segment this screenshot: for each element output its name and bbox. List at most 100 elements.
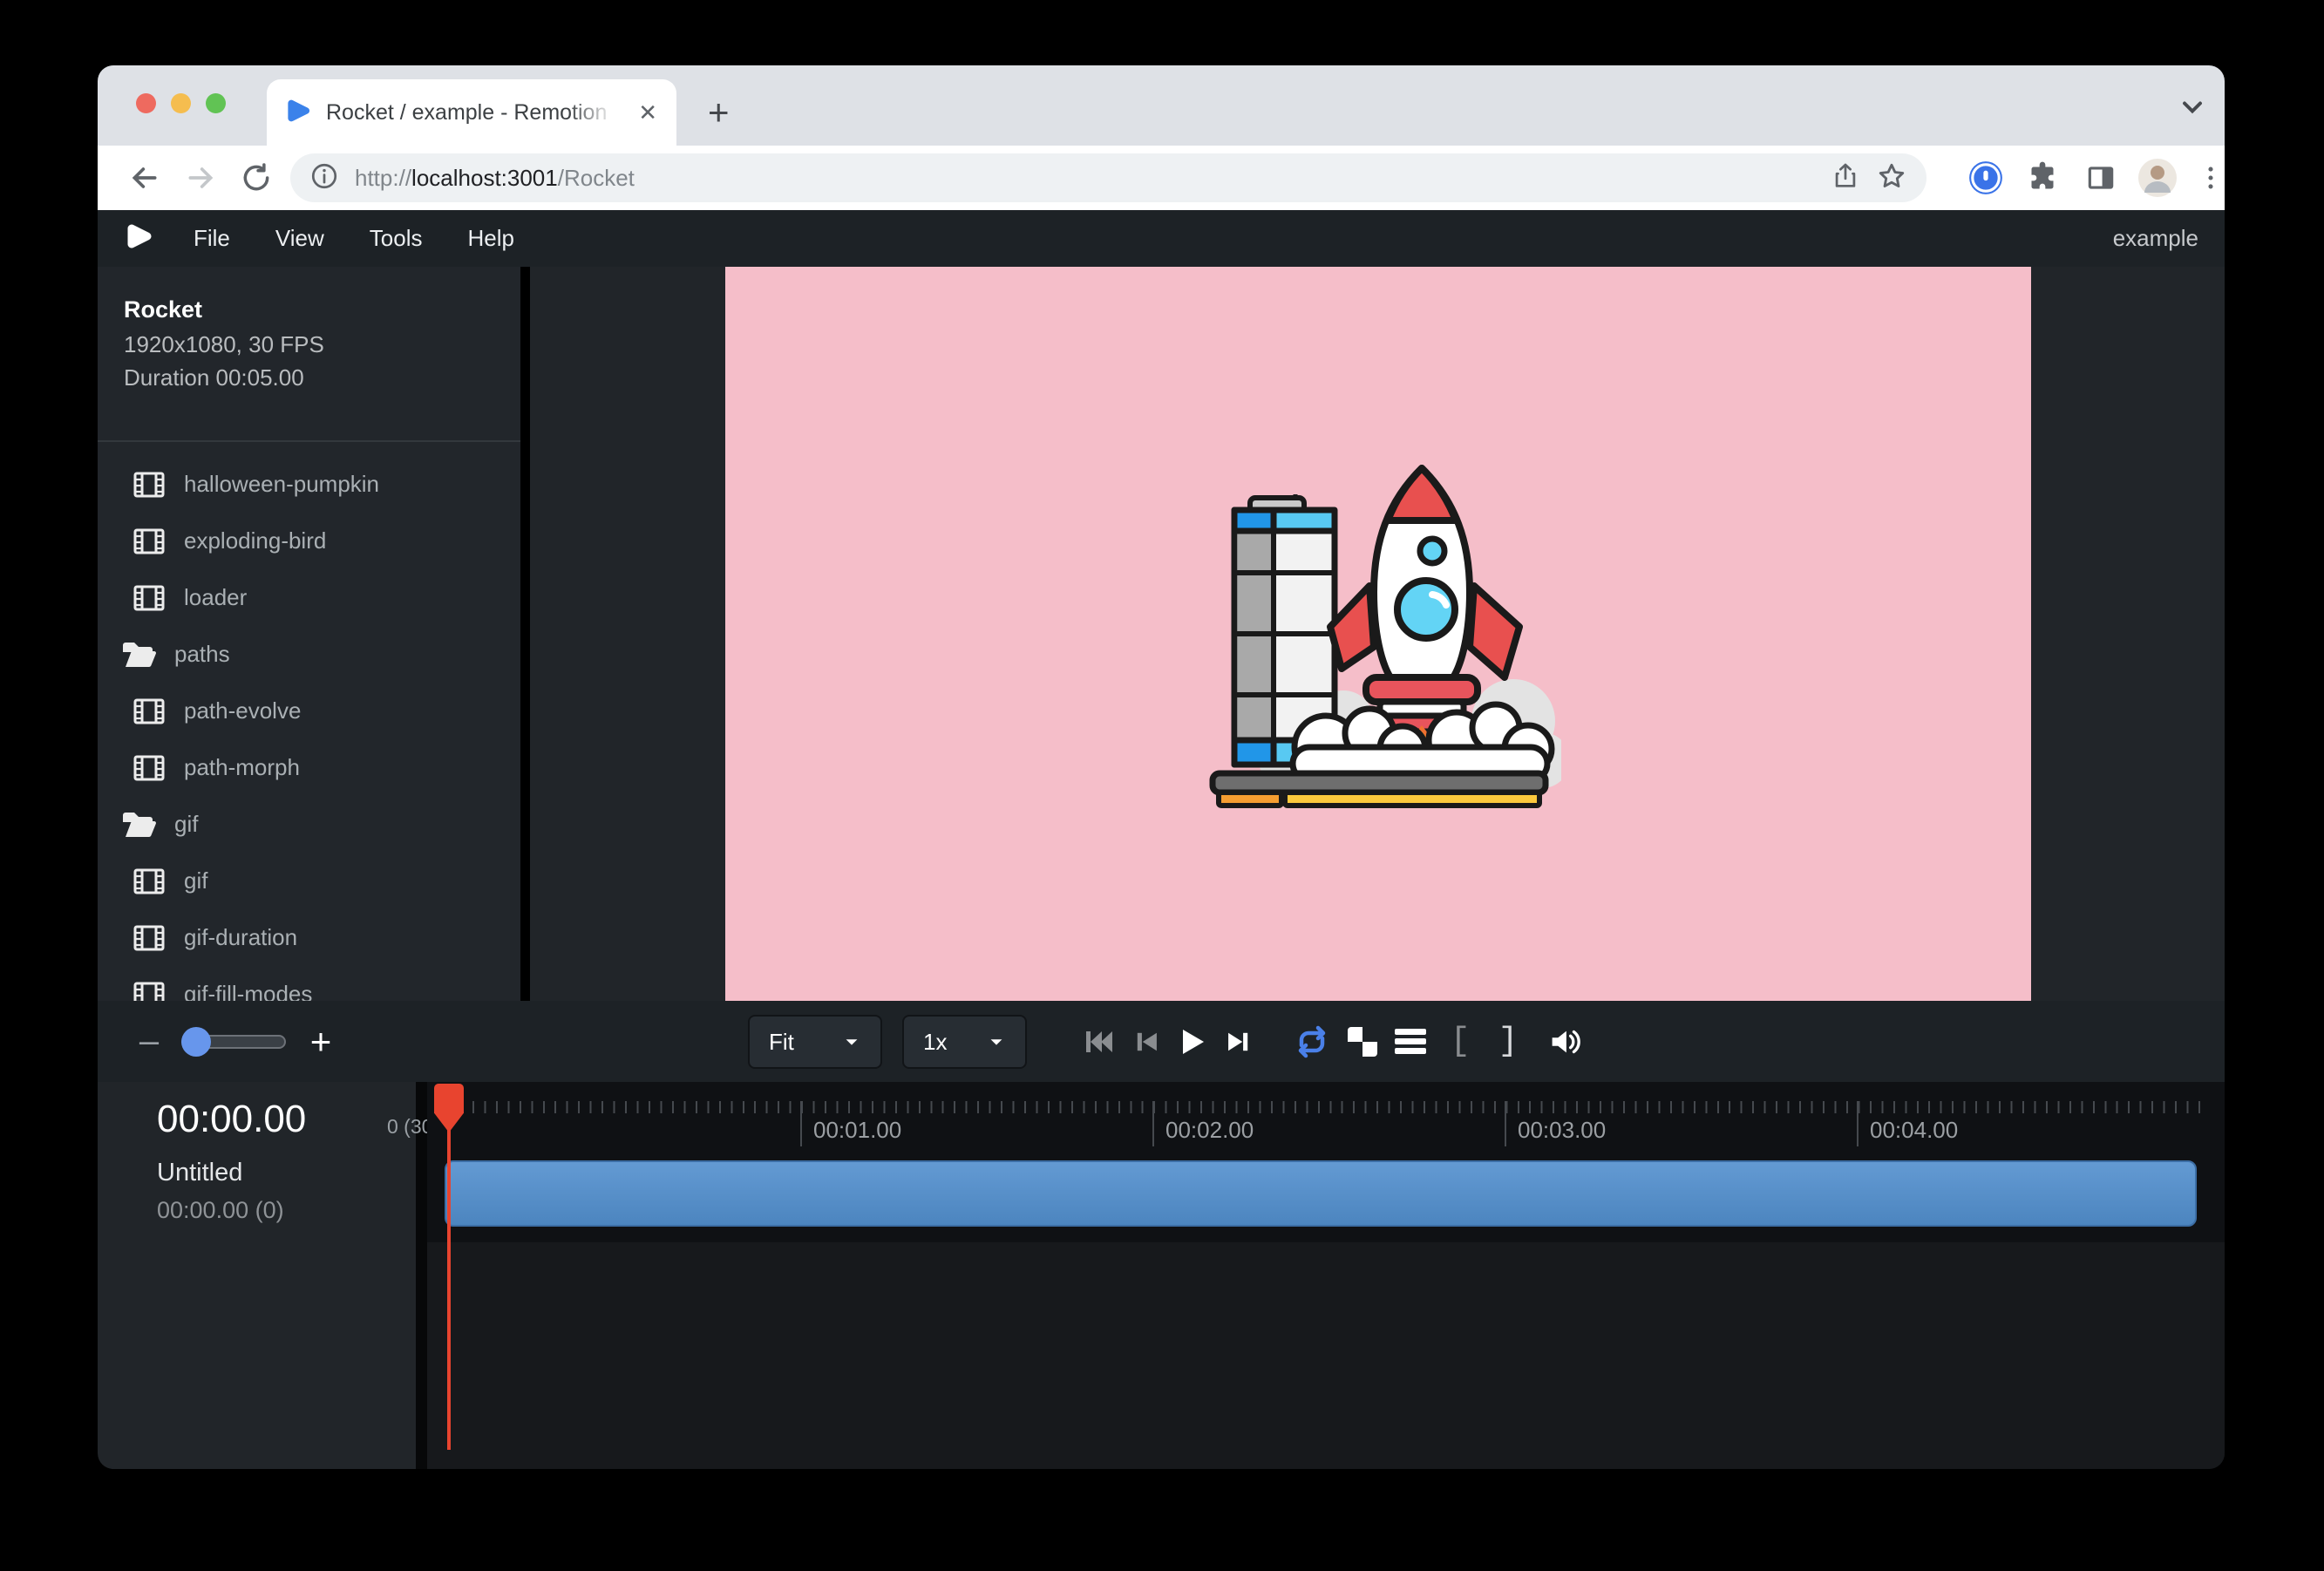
transparency-checkerboard-button[interactable] [1339,1001,1386,1082]
composition-resolution: 1920x1080, 30 FPS [124,331,324,358]
previous-frame-button[interactable] [1123,1001,1170,1082]
film-icon [133,925,165,951]
tab-search-chevron-icon[interactable] [2177,92,2208,127]
remotion-logo-icon[interactable] [120,219,155,258]
sidebar-divider [98,440,520,442]
reload-button[interactable] [234,155,279,201]
chevron-down-icon [842,1032,861,1051]
app-menu-bar: File View Tools Help example [98,210,2225,267]
ruler-label: 00:02.00 [1165,1117,1254,1144]
new-tab-button[interactable]: + [708,99,730,126]
film-icon [133,472,165,498]
preview-stage [530,267,2225,1001]
film-icon [133,528,165,554]
play-button[interactable] [1168,1001,1215,1082]
ruler-second-tick [1857,1101,1859,1146]
zoom-in-button[interactable]: + [299,1001,343,1082]
playback-speed-dropdown[interactable]: 1x [902,1015,1027,1069]
canvas-size-dropdown[interactable]: Fit [748,1015,882,1069]
main-area: Rocket 1920x1080, 30 FPS Duration 00:05.… [98,267,2225,1001]
mac-close-button[interactable] [136,93,156,113]
loop-toggle-button[interactable] [1288,1001,1335,1082]
playhead-line [447,1108,451,1450]
in-point-button[interactable]: [ [1437,1001,1484,1082]
composition-item[interactable]: path-morph [98,739,520,796]
composition-folder[interactable]: gif [98,796,520,853]
url-bar[interactable]: http://localhost:3001/Rocket [290,153,1926,202]
video-canvas[interactable] [725,267,2031,1001]
film-icon [133,755,165,781]
ruler-label: 00:04.00 [1870,1117,1958,1144]
out-point-button[interactable]: ] [1485,1001,1532,1082]
timeline-empty-area [427,1242,2225,1469]
rocket-illustration [1195,459,1561,808]
password-manager-extension-icon[interactable] [1963,155,2008,201]
playback-control-bar: – + Fit 1x [ [98,1001,2225,1082]
url-text: http://localhost:3001/Rocket [355,165,1815,192]
forward-button[interactable] [178,155,223,201]
site-info-icon[interactable] [309,161,339,195]
film-icon [133,585,165,611]
track-timecode: 00:00.00 (0) [157,1197,284,1224]
composition-item[interactable]: gif-fill-modes [98,966,520,1001]
composition-item[interactable]: exploding-bird [98,513,520,569]
side-panel-icon[interactable] [2078,155,2124,201]
open-folder-icon [120,640,157,670]
open-folder-icon [120,810,157,840]
skip-to-start-button[interactable] [1075,1001,1122,1082]
playhead-handle[interactable] [434,1084,464,1132]
timeline-rows-button[interactable] [1387,1001,1434,1082]
composition-folder[interactable]: paths [98,626,520,683]
current-timecode: 00:00.00 [157,1098,306,1141]
zoom-out-button[interactable]: – [127,1001,171,1082]
compositions-sidebar: Rocket 1920x1080, 30 FPS Duration 00:05.… [98,267,520,1001]
film-icon [133,698,165,724]
timeline-tracks-area[interactable]: 00:01.00 00:02.00 00:03.00 00:04.00 [427,1082,2225,1469]
ruler-label: 00:01.00 [813,1117,901,1144]
composition-item[interactable]: gif [98,853,520,909]
film-icon [133,868,165,894]
composition-item[interactable]: path-evolve [98,683,520,739]
ruler-label: 00:03.00 [1518,1117,1606,1144]
timeline-info-panel: 00:00.00 0 (30 fps) Untitled 00:00.00 (0… [98,1082,416,1469]
composition-item[interactable]: halloween-pumpkin [98,456,520,513]
sidebar-resize-handle[interactable] [520,267,530,1001]
back-button[interactable] [122,155,167,201]
ruler-second-tick [1505,1101,1506,1146]
zoom-slider-thumb[interactable] [181,1027,211,1057]
remotion-favicon-icon [282,96,312,130]
browser-menu-kebab-icon[interactable] [2188,155,2225,201]
browser-window: Rocket / example - Remotion P ✕ + http:/… [98,65,2225,1469]
tab-close-icon[interactable]: ✕ [635,99,661,126]
menu-view[interactable]: View [253,225,347,252]
tab-strip: Rocket / example - Remotion P ✕ + [98,65,2225,146]
timeline-ruler[interactable] [449,1101,2210,1113]
composition-list: halloween-pumpkin exploding-bird loader … [98,456,520,1001]
ruler-second-tick [1152,1101,1154,1146]
mac-zoom-button[interactable] [206,93,226,113]
current-composition-name: Rocket [124,296,202,323]
film-icon [133,982,165,1002]
timeline-track-bar[interactable] [445,1160,2197,1227]
chevron-down-icon [987,1032,1006,1051]
ruler-second-tick [800,1101,802,1146]
composition-item[interactable]: loader [98,569,520,626]
share-icon[interactable] [1831,161,1860,195]
volume-button[interactable] [1540,1001,1587,1082]
tab-title: Rocket / example - Remotion P [326,100,621,126]
browser-toolbar: http://localhost:3001/Rocket [98,146,2225,210]
bookmark-star-icon[interactable] [1876,160,1907,196]
mac-minimize-button[interactable] [171,93,191,113]
project-name-label: example [2113,225,2198,252]
composition-item[interactable]: gif-duration [98,909,520,966]
menu-help[interactable]: Help [445,225,537,252]
next-frame-button[interactable] [1215,1001,1262,1082]
extensions-puzzle-icon[interactable] [2020,155,2065,201]
composition-duration: Duration 00:05.00 [124,364,304,391]
menu-tools[interactable]: Tools [347,225,445,252]
track-name: Untitled [157,1159,242,1187]
timeline-section: 00:00.00 0 (30 fps) Untitled 00:00.00 (0… [98,1082,2225,1469]
profile-avatar[interactable] [2135,155,2180,201]
menu-file[interactable]: File [171,225,253,252]
browser-tab[interactable]: Rocket / example - Remotion P ✕ [267,79,676,146]
